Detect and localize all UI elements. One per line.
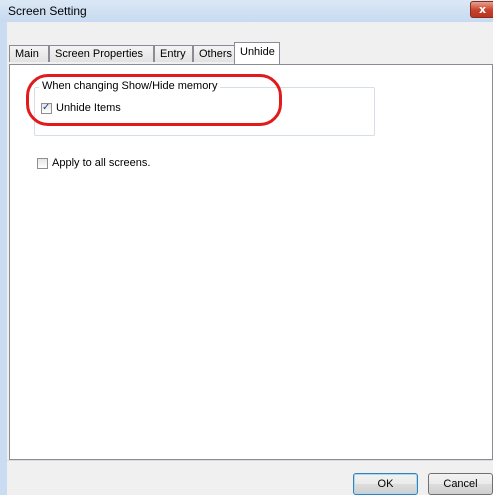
unhide-items-label: Unhide Items [56, 102, 121, 114]
screen-setting-dialog: Screen Setting x Main Screen Properties … [0, 0, 493, 495]
tab-others-label: Others [199, 48, 233, 60]
tab-screen-properties[interactable]: Screen Properties [49, 45, 154, 62]
show-hide-memory-group: When changing Show/Hide memory ✓ Unhide … [34, 80, 375, 136]
tab-main[interactable]: Main [9, 45, 49, 62]
title-bar[interactable]: Screen Setting [0, 0, 493, 22]
ok-button[interactable]: OK [353, 473, 418, 495]
checkmark-icon: ✓ [42, 102, 51, 113]
apply-all-screens-label: Apply to all screens. [52, 157, 151, 169]
window-title: Screen Setting [8, 4, 87, 18]
unhide-items-checkbox[interactable]: ✓ [41, 102, 52, 114]
cancel-button[interactable]: Cancel [428, 473, 493, 495]
group-legend: When changing Show/Hide memory [39, 80, 221, 92]
button-area-divider [7, 460, 493, 461]
unhide-tab-panel: When changing Show/Hide memory ✓ Unhide … [9, 64, 493, 460]
dialog-client-area: Main Screen Properties Entry Others Unhi… [7, 22, 493, 495]
tab-screen-properties-label: Screen Properties [55, 48, 144, 60]
tab-entry-label: Entry [160, 48, 186, 60]
tab-unhide-label: Unhide [240, 46, 275, 58]
tab-unhide[interactable]: Unhide [234, 42, 280, 64]
tab-main-label: Main [15, 48, 39, 60]
tab-others[interactable]: Others [193, 45, 236, 62]
close-icon: x [479, 3, 487, 16]
close-button[interactable]: x [470, 1, 493, 18]
tab-entry[interactable]: Entry [154, 45, 193, 62]
apply-all-screens-checkbox[interactable] [37, 158, 48, 169]
